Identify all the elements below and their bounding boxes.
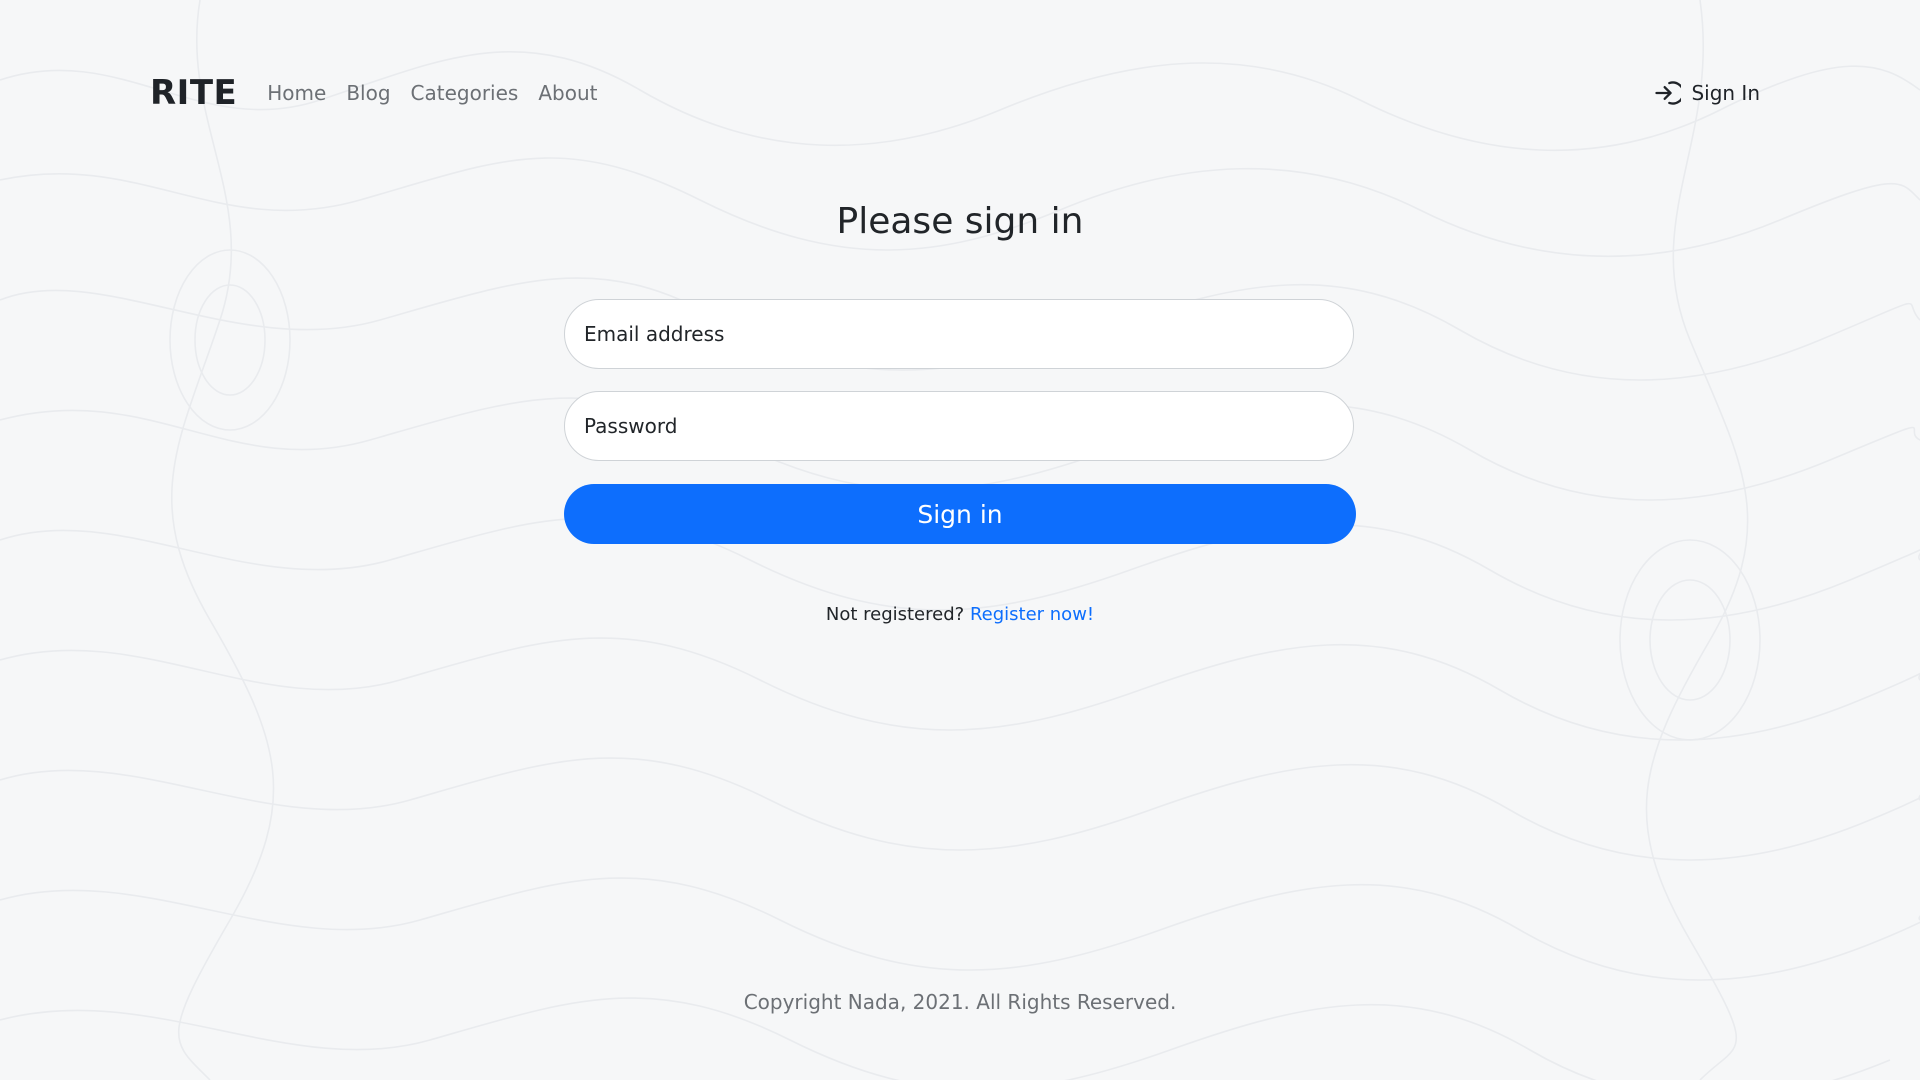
sign-in-link[interactable]: Sign In bbox=[1653, 79, 1760, 107]
sign-in-label: Sign In bbox=[1691, 81, 1760, 105]
register-prompt-text: Not registered? bbox=[825, 604, 965, 625]
page: RITE Home Blog Categories About Sign In … bbox=[0, 0, 1920, 1080]
sign-in-button[interactable]: Sign in bbox=[564, 484, 1356, 544]
sign-in-form: Please sign in Sign in Not registered? R… bbox=[564, 192, 1356, 625]
page-title: Please sign in bbox=[836, 201, 1084, 242]
footer-copyright: Copyright Nada, 2021. All Rights Reserve… bbox=[743, 990, 1177, 1014]
password-field[interactable] bbox=[582, 413, 1353, 439]
nav-links: Home Blog Categories About bbox=[267, 81, 597, 105]
register-prompt: Not registered? Register now! bbox=[564, 604, 1356, 625]
brand-logo[interactable]: RITE bbox=[150, 73, 237, 113]
nav-link-about[interactable]: About bbox=[538, 81, 597, 105]
navbar: RITE Home Blog Categories About Sign In bbox=[150, 66, 1770, 120]
sign-in-icon bbox=[1655, 81, 1682, 105]
register-link[interactable]: Register now! bbox=[970, 604, 1094, 625]
password-field-container bbox=[564, 391, 1354, 461]
nav-link-blog[interactable]: Blog bbox=[346, 81, 390, 105]
email-field-container bbox=[564, 299, 1354, 369]
nav-link-home[interactable]: Home bbox=[267, 81, 326, 105]
email-field[interactable] bbox=[582, 321, 1353, 347]
nav-link-categories[interactable]: Categories bbox=[411, 81, 519, 105]
